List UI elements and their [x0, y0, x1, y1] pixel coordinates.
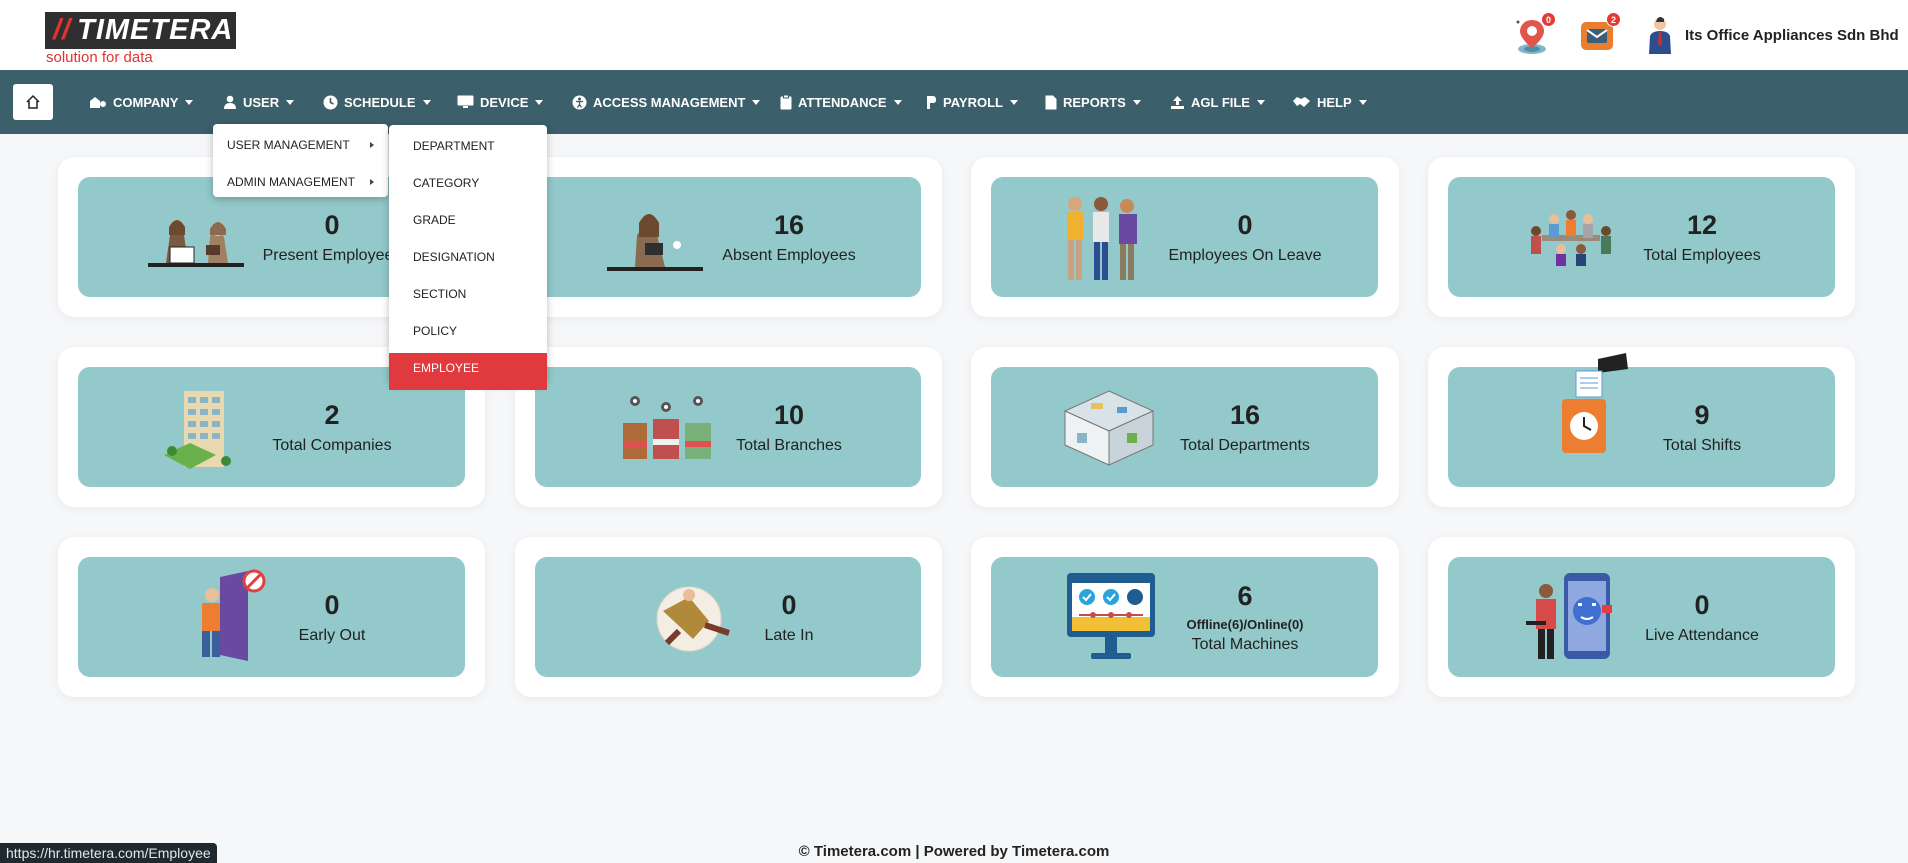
- employees-on-leave-label: Employees On Leave: [1168, 247, 1322, 264]
- chevron-right-icon: [370, 142, 374, 148]
- machines-status-label: Offline(6)/Online(0): [1186, 617, 1304, 632]
- total-companies-label: Total Companies: [272, 437, 392, 454]
- submenu-item-employee[interactable]: EMPLOYEE: [389, 353, 547, 390]
- nav-payroll[interactable]: PAYROLL: [925, 91, 1018, 113]
- stat-total-branches[interactable]: 10 Total Branches: [535, 367, 921, 487]
- total-branches-label: Total Branches: [736, 437, 842, 454]
- total-shifts-value: 9: [1694, 400, 1710, 430]
- early-out-label: Early Out: [298, 627, 366, 644]
- total-departments-label: Total Departments: [1180, 437, 1310, 454]
- clock-icon: [323, 95, 338, 109]
- businessman-avatar-icon: [1649, 17, 1671, 54]
- stat-total-departments[interactable]: 16 Total Departments: [991, 367, 1378, 487]
- nav-schedule[interactable]: SCHEDULE: [323, 91, 431, 113]
- total-employees-label: Total Employees: [1643, 247, 1761, 264]
- stat-total-employees[interactable]: 12 Total Employees: [1448, 177, 1835, 297]
- mail-badge: 2: [1606, 12, 1621, 27]
- nav-reports[interactable]: REPORTS: [1045, 91, 1141, 113]
- user-dropdown-menu: USER MANAGEMENT ADMIN MANAGEMENT: [213, 124, 388, 197]
- total-departments-value: 16: [1229, 400, 1261, 430]
- submenu-item-policy[interactable]: POLICY: [389, 316, 547, 353]
- total-companies-value: 2: [324, 400, 340, 430]
- total-employees-value: 12: [1686, 210, 1718, 240]
- stat-early-out[interactable]: 0 Early Out: [78, 557, 465, 677]
- timetera-logo[interactable]: //TIMETERA solution for data: [45, 12, 236, 66]
- stat-total-machines[interactable]: 6 Offline(6)/Online(0) Total Machines: [991, 557, 1378, 677]
- nav-user-label: USER: [243, 94, 280, 110]
- status-bar-url: https://hr.timetera.com/Employee: [0, 843, 217, 863]
- upload-icon: [1171, 95, 1184, 109]
- logo-text: TIMETERA: [77, 14, 234, 46]
- menu-item-user-management[interactable]: USER MANAGEMENT: [213, 130, 388, 167]
- nav-help-label: HELP: [1317, 94, 1352, 110]
- total-machines-value: 6: [1237, 581, 1253, 611]
- user-avatar[interactable]: [1640, 14, 1680, 54]
- stat-live-attendance[interactable]: 0 Live Attendance: [1448, 557, 1835, 677]
- total-branches-value: 10: [773, 400, 805, 430]
- user-management-submenu: DEPARTMENT CATEGORY GRADE DESIGNATION SE…: [389, 125, 547, 390]
- stat-absent-employees[interactable]: 16 Absent Employees: [535, 177, 921, 297]
- nav-schedule-label: SCHEDULE: [344, 94, 416, 110]
- nav-help[interactable]: HELP: [1292, 91, 1367, 113]
- nav-payroll-label: PAYROLL: [943, 94, 1003, 110]
- nav-company[interactable]: COMPANY: [89, 91, 194, 113]
- access-icon: [572, 95, 587, 109]
- nav-device[interactable]: DEVICE: [457, 91, 544, 113]
- late-in-value: 0: [781, 590, 797, 620]
- handshake-icon: [1293, 97, 1310, 107]
- office-building-icon: [164, 391, 231, 469]
- office-departments-icon: [1063, 390, 1155, 466]
- location-badge: 0: [1541, 12, 1556, 27]
- nav-agl-file[interactable]: AGL FILE: [1170, 91, 1265, 113]
- submenu-item-grade[interactable]: GRADE: [389, 205, 547, 242]
- nav-device-label: DEVICE: [480, 94, 529, 110]
- nav-access-management-label: ACCESS MANAGEMENT: [593, 94, 746, 110]
- menu-item-admin-management-label: ADMIN MANAGEMENT: [227, 175, 356, 189]
- home-button[interactable]: [13, 84, 53, 120]
- nav-reports-label: REPORTS: [1063, 94, 1126, 110]
- nav-attendance-label: ATTENDANCE: [798, 94, 887, 110]
- payroll-icon: [927, 95, 936, 109]
- stat-late-in[interactable]: 0 Late In: [535, 557, 921, 677]
- user-icon: [224, 95, 236, 109]
- menu-item-admin-management[interactable]: ADMIN MANAGEMENT: [213, 167, 388, 204]
- submenu-item-department[interactable]: DEPARTMENT: [389, 131, 547, 168]
- live-attendance-label: Live Attendance: [1645, 627, 1759, 644]
- nav-agl-file-label: AGL FILE: [1191, 94, 1250, 110]
- submenu-item-category[interactable]: CATEGORY: [389, 168, 547, 205]
- company-icon: [90, 97, 106, 108]
- absent-employees-label: Absent Employees: [722, 247, 856, 264]
- nav-access-management[interactable]: ACCESS MANAGEMENT: [572, 91, 761, 113]
- late-in-label: Late In: [764, 627, 814, 644]
- absent-employees-value: 16: [773, 210, 805, 240]
- live-attendance-value: 0: [1694, 590, 1710, 620]
- total-shifts-label: Total Shifts: [1662, 437, 1742, 454]
- employees-on-leave-value: 0: [1237, 210, 1253, 240]
- mail-button[interactable]: 2: [1577, 12, 1621, 56]
- stat-employees-on-leave[interactable]: 0 Employees On Leave: [991, 177, 1378, 297]
- nav-user[interactable]: USER: [223, 91, 295, 113]
- location-button[interactable]: 0: [1512, 12, 1556, 56]
- file-icon: [1045, 95, 1057, 109]
- early-out-value: 0: [324, 590, 340, 620]
- total-machines-label: Total Machines: [1191, 636, 1299, 653]
- nav-attendance[interactable]: ATTENDANCE: [780, 91, 902, 113]
- submenu-item-designation[interactable]: DESIGNATION: [389, 242, 547, 279]
- nav-company-label: COMPANY: [113, 94, 179, 110]
- menu-item-user-management-label: USER MANAGEMENT: [227, 138, 350, 152]
- footer-copyright: © Timetera.com | Powered by Timetera.com: [798, 843, 1110, 860]
- stat-total-shifts[interactable]: 9 Total Shifts: [1448, 353, 1835, 487]
- logo-wordmark: //TIMETERA: [45, 12, 236, 49]
- logo-tagline: solution for data: [46, 49, 153, 66]
- home-icon: [26, 94, 40, 109]
- submenu-item-section[interactable]: SECTION: [389, 279, 547, 316]
- monitor-icon: [457, 95, 474, 108]
- company-name[interactable]: Its Office Appliances Sdn Bhd: [1685, 27, 1899, 44]
- clipboard-icon: [780, 94, 792, 109]
- chevron-right-icon: [370, 179, 374, 185]
- travelers-group-icon: [1067, 197, 1137, 280]
- top-header: //TIMETERA solution for data 0 2 Its Off…: [0, 0, 1908, 70]
